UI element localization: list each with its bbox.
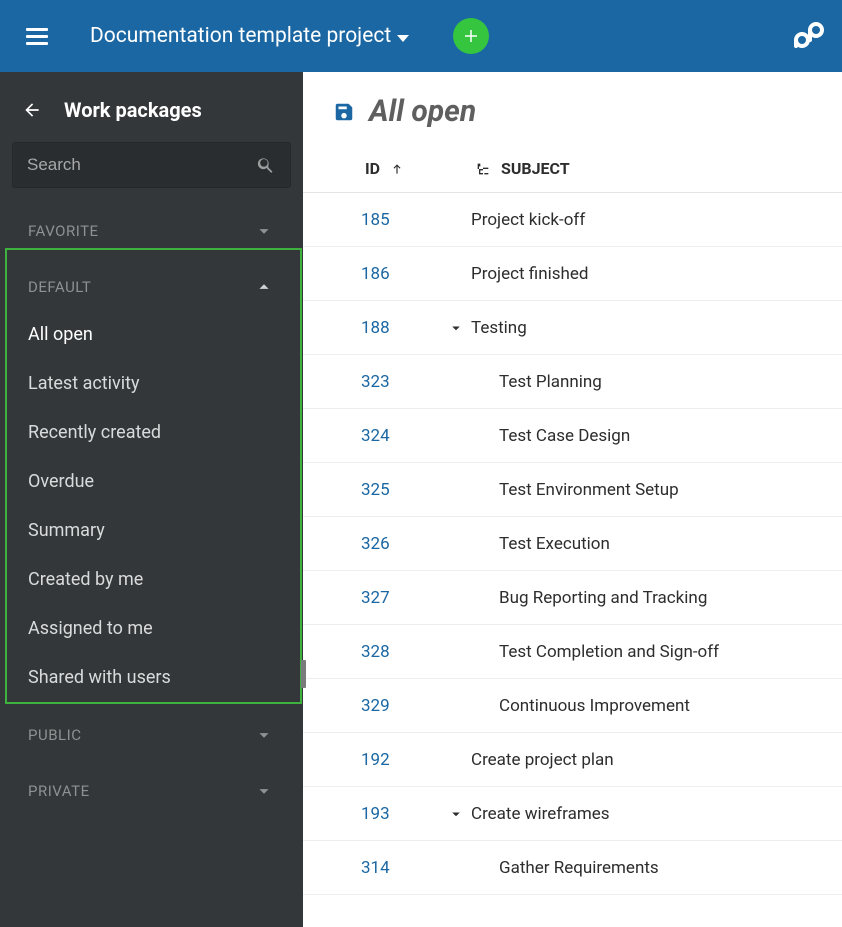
section-default-header[interactable]: DEFAULT [18,254,285,310]
table-row[interactable]: 188 Testing [303,301,842,355]
work-package-subject[interactable]: Test Planning [471,372,842,392]
sidebar-search[interactable] [12,142,291,188]
work-package-subject[interactable]: Project finished [471,264,842,284]
sidebar-item-recently-created[interactable]: Recently created [18,408,285,457]
table-row[interactable]: 329 Continuous Improvement [303,679,842,733]
project-selector[interactable]: Documentation template project [90,24,409,48]
topbar: Documentation template project [0,0,842,72]
collapse-toggle-icon[interactable] [447,319,465,337]
column-id-label: ID [365,159,380,178]
work-package-subject[interactable]: Create project plan [471,750,842,770]
back-arrow-icon[interactable] [22,100,42,120]
column-header-subject[interactable]: SUBJECT [423,159,570,178]
column-header-id[interactable]: ID [303,159,423,178]
work-package-subject[interactable]: Bug Reporting and Tracking [471,588,842,608]
sidebar-item-summary[interactable]: Summary [18,506,285,555]
table-row[interactable]: 324 Test Case Design [303,409,842,463]
table-row[interactable]: 328 Test Completion and Sign-off [303,625,842,679]
chevron-down-icon [253,780,275,802]
caret-down-icon [397,35,409,42]
section-private-label: PRIVATE [28,782,90,800]
sidebar: Work packages FAVORITE DEFAULT All openL… [0,72,303,927]
work-package-id-link[interactable]: 314 [303,858,423,878]
section-favorite-label: FAVORITE [28,222,99,240]
save-icon[interactable] [333,101,355,123]
collapse-toggle-icon[interactable] [447,805,465,823]
search-input[interactable] [27,155,256,175]
app-logo[interactable] [788,16,828,56]
work-package-id-link[interactable]: 192 [303,750,423,770]
work-package-subject[interactable]: Test Completion and Sign-off [471,642,842,662]
section-public-label: PUBLIC [28,726,81,744]
table-row[interactable]: 325 Test Environment Setup [303,463,842,517]
work-package-id-link[interactable]: 185 [303,210,423,230]
search-icon [256,155,276,175]
work-package-subject[interactable]: Testing [471,318,842,338]
work-package-subject[interactable]: Test Execution [471,534,842,554]
work-package-id-link[interactable]: 326 [303,534,423,554]
sidebar-item-assigned-to-me[interactable]: Assigned to me [18,604,285,653]
work-package-id-link[interactable]: 327 [303,588,423,608]
sidebar-item-latest-activity[interactable]: Latest activity [18,359,285,408]
work-package-subject[interactable]: Gather Requirements [471,858,842,878]
table-row[interactable]: 314 Gather Requirements [303,841,842,895]
work-package-id-link[interactable]: 193 [303,804,423,824]
sidebar-item-created-by-me[interactable]: Created by me [18,555,285,604]
work-package-subject[interactable]: Create wireframes [471,804,842,824]
sidebar-item-shared-with-users[interactable]: Shared with users [18,653,285,702]
work-package-id-link[interactable]: 328 [303,642,423,662]
main-content: All open ID SUBJECT 185Project kick-off1… [303,72,842,927]
table-row[interactable]: 186 Project finished [303,247,842,301]
section-public-header[interactable]: PUBLIC [18,702,285,758]
table-row[interactable]: 193 Create wireframes [303,787,842,841]
sidebar-item-all-open[interactable]: All open [18,310,285,359]
section-private-header[interactable]: PRIVATE [18,758,285,814]
sidebar-resize-handle[interactable] [301,660,306,688]
work-package-subject[interactable]: Test Case Design [471,426,842,446]
section-favorite-header[interactable]: FAVORITE [18,198,285,254]
chevron-down-icon [253,724,275,746]
hierarchy-icon [475,161,491,177]
table-header: ID SUBJECT [303,159,842,193]
work-package-id-link[interactable]: 323 [303,372,423,392]
work-package-id-link[interactable]: 188 [303,318,423,338]
create-button[interactable] [453,18,489,54]
chevron-up-icon [253,276,275,298]
work-package-id-link[interactable]: 329 [303,696,423,716]
table-row[interactable]: 192 Create project plan [303,733,842,787]
plus-icon [462,27,480,45]
work-package-id-link[interactable]: 324 [303,426,423,446]
project-title-label: Documentation template project [90,24,391,48]
sidebar-title: Work packages [64,98,202,122]
menu-toggle-button[interactable] [26,22,54,50]
table-row[interactable]: 327 Bug Reporting and Tracking [303,571,842,625]
table-row[interactable]: 326 Test Execution [303,517,842,571]
work-package-id-link[interactable]: 186 [303,264,423,284]
view-title: All open [369,94,476,129]
section-default-label: DEFAULT [28,278,91,296]
sidebar-item-overdue[interactable]: Overdue [18,457,285,506]
work-package-subject[interactable]: Test Environment Setup [471,480,842,500]
chevron-down-icon [253,220,275,242]
table-row[interactable]: 185 Project kick-off [303,193,842,247]
work-package-subject[interactable]: Project kick-off [471,210,842,230]
work-package-subject[interactable]: Continuous Improvement [471,696,842,716]
work-package-id-link[interactable]: 325 [303,480,423,500]
column-subject-label: SUBJECT [501,159,570,178]
sort-asc-icon [390,161,404,177]
table-row[interactable]: 323 Test Planning [303,355,842,409]
